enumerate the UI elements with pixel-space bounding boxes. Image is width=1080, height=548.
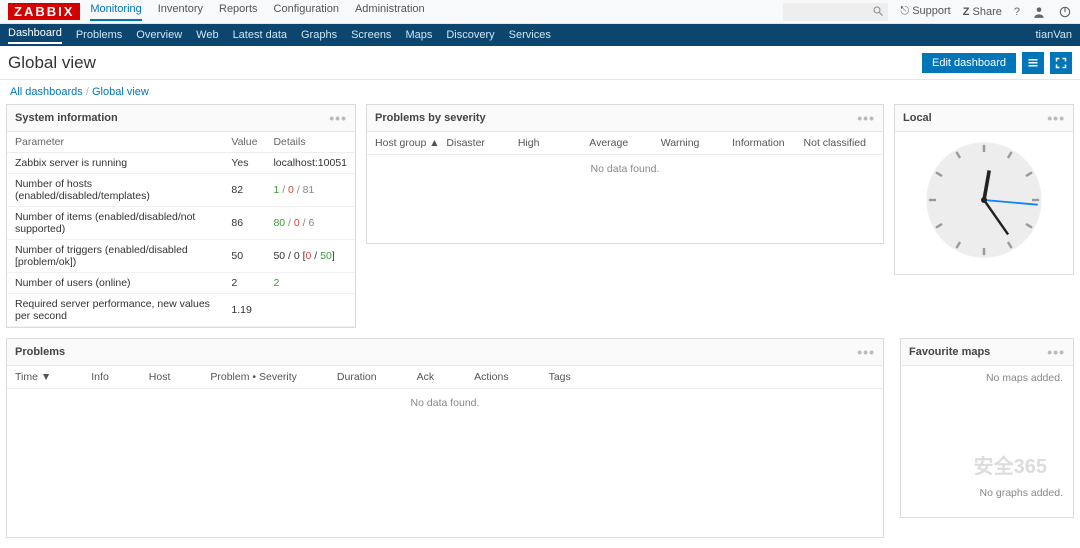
subnav-latest-data[interactable]: Latest data [233, 29, 287, 41]
widget-menu-icon[interactable]: ••• [857, 344, 875, 360]
breadcrumb-root[interactable]: All dashboards [10, 86, 83, 98]
problems-col[interactable]: Host [149, 371, 171, 383]
subnav-user: tianVan [1036, 29, 1073, 41]
problems-col[interactable]: Problem • Severity [210, 371, 297, 383]
nav-administration[interactable]: Administration [355, 3, 425, 21]
page-title: Global view [8, 53, 96, 73]
subnav-problems[interactable]: Problems [76, 29, 122, 41]
problems-by-severity-widget: Problems by severity ••• Host group ▲Disa… [366, 104, 884, 244]
table-row: Number of users (online)22 [7, 273, 355, 294]
favourite-maps-widget: Favourite maps ••• No maps added. 安全365 N… [900, 338, 1074, 518]
severity-col[interactable]: Host group ▲ [375, 137, 446, 149]
problems-nodata: No data found. [7, 389, 883, 417]
list-view-button[interactable] [1022, 52, 1044, 74]
sysinfo-title: System information [15, 112, 118, 124]
severity-col[interactable]: Information [732, 137, 803, 149]
power-icon[interactable] [1058, 5, 1072, 19]
severity-col[interactable]: Warning [661, 137, 732, 149]
problems-title: Problems [15, 346, 65, 358]
favmaps-empty: No maps added. [901, 366, 1073, 390]
problems-col[interactable]: Info [91, 371, 109, 383]
system-information-widget: System information ••• ParameterValueDeta… [6, 104, 356, 328]
subnav-screens[interactable]: Screens [351, 29, 391, 41]
col-details: Details [265, 132, 355, 153]
breadcrumb: All dashboards / Global view [0, 80, 1080, 104]
watermark: 安全365 [974, 450, 1047, 479]
widget-menu-icon[interactable]: ••• [1047, 344, 1065, 360]
nav-configuration[interactable]: Configuration [274, 3, 339, 21]
zabbix-logo[interactable]: ZABBIX [8, 3, 80, 20]
user-icon[interactable] [1032, 5, 1046, 19]
subnav-overview[interactable]: Overview [136, 29, 182, 41]
table-row: Number of items (enabled/disabled/not su… [7, 207, 355, 240]
table-row: Required server performance, new values … [7, 294, 355, 327]
problems-col[interactable]: Ack [417, 371, 435, 383]
table-row: Number of hosts (enabled/disabled/templa… [7, 174, 355, 207]
severity-nodata: No data found. [367, 155, 883, 183]
help-icon[interactable]: ? [1014, 6, 1020, 18]
edit-dashboard-button[interactable]: Edit dashboard [922, 53, 1016, 73]
widget-menu-icon[interactable]: ••• [329, 110, 347, 126]
subnav-services[interactable]: Services [509, 29, 551, 41]
col-parameter: Parameter [7, 132, 223, 153]
favmaps-title: Favourite maps [909, 346, 990, 358]
severity-col[interactable]: Not classified [804, 137, 875, 149]
subnav-maps[interactable]: Maps [405, 29, 432, 41]
share-link[interactable]: Z Share [963, 6, 1002, 18]
subnav-graphs[interactable]: Graphs [301, 29, 337, 41]
search-icon[interactable] [872, 5, 884, 17]
local-title: Local [903, 112, 932, 124]
subnav-web[interactable]: Web [196, 29, 218, 41]
problems-widget: Problems ••• Time ▼ Info Host Problem • Seve… [6, 338, 884, 538]
widget-menu-icon[interactable]: ••• [1047, 110, 1065, 126]
nav-inventory[interactable]: Inventory [158, 3, 203, 21]
local-clock-widget: Local ••• [894, 104, 1074, 275]
nav-monitoring[interactable]: Monitoring [90, 3, 141, 21]
widget-menu-icon[interactable]: ••• [857, 110, 875, 126]
no-graphs-label: No graphs added. [980, 487, 1063, 499]
problems-col[interactable]: Tags [549, 371, 571, 383]
subnav-discovery[interactable]: Discovery [446, 29, 494, 41]
problems-col[interactable]: Actions [474, 371, 508, 383]
table-row: Zabbix server is runningYeslocalhost:100… [7, 153, 355, 174]
severity-title: Problems by severity [375, 112, 486, 124]
problems-col[interactable]: Time ▼ [15, 371, 51, 383]
support-link[interactable]: ⎋ Support [900, 5, 950, 18]
fullscreen-button[interactable] [1050, 52, 1072, 74]
nav-reports[interactable]: Reports [219, 3, 258, 21]
clock-face [924, 140, 1044, 260]
severity-col[interactable]: High [518, 137, 589, 149]
top-nav: Monitoring Inventory Reports Configurati… [90, 3, 424, 21]
breadcrumb-current[interactable]: Global view [92, 86, 149, 98]
problems-col[interactable]: Duration [337, 371, 377, 383]
subnav-dashboard[interactable]: Dashboard [8, 27, 62, 44]
table-row: Number of triggers (enabled/disabled [pr… [7, 240, 355, 273]
col-value: Value [223, 132, 265, 153]
severity-col[interactable]: Disaster [446, 137, 517, 149]
severity-col[interactable]: Average [589, 137, 660, 149]
